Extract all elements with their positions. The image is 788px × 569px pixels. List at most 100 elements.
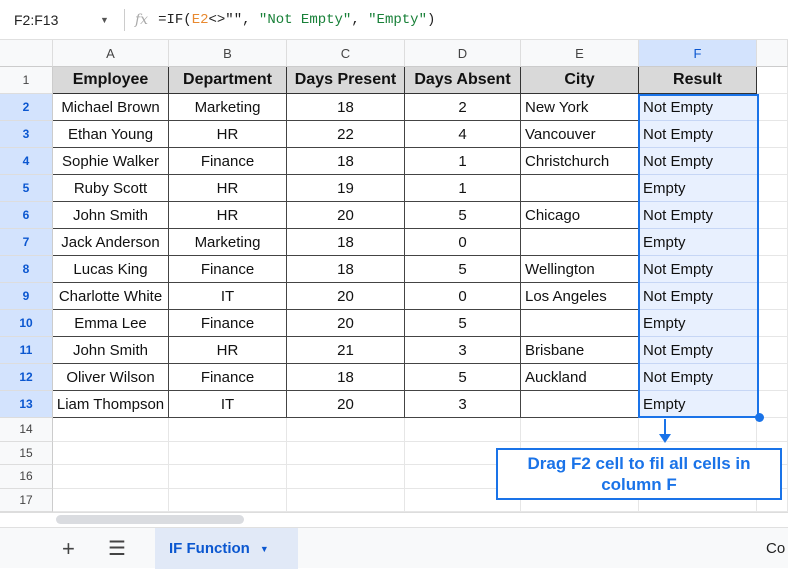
table-cell[interactable] xyxy=(521,391,639,418)
header-cell-d[interactable]: Days Absent xyxy=(405,67,521,94)
table-cell[interactable]: 5 xyxy=(405,364,521,391)
table-cell[interactable]: 18 xyxy=(287,256,405,283)
table-cell[interactable]: 4 xyxy=(405,121,521,148)
table-cell[interactable]: Christchurch xyxy=(521,148,639,175)
sheet-tab-if-function[interactable]: IF Function ▼ xyxy=(155,528,298,569)
empty-cell[interactable] xyxy=(757,94,788,121)
table-cell[interactable]: 22 xyxy=(287,121,405,148)
row-header-16[interactable]: 16 xyxy=(0,465,53,489)
header-cell-c[interactable]: Days Present xyxy=(287,67,405,94)
result-cell[interactable]: Empty xyxy=(639,310,757,337)
empty-cell[interactable] xyxy=(53,441,169,465)
empty-cell[interactable] xyxy=(53,488,169,512)
empty-cell[interactable] xyxy=(757,175,788,202)
empty-cell[interactable] xyxy=(287,441,405,465)
empty-cell[interactable] xyxy=(757,202,788,229)
row-header-17[interactable]: 17 xyxy=(0,488,53,512)
chevron-down-icon[interactable]: ▼ xyxy=(260,544,269,554)
column-header-f[interactable]: F xyxy=(639,40,757,67)
row-header-10[interactable]: 10 xyxy=(0,310,53,337)
table-cell[interactable]: 5 xyxy=(405,256,521,283)
header-cell-a[interactable]: Employee xyxy=(53,67,169,94)
row-header-1[interactable]: 1 xyxy=(0,67,53,94)
empty-cell[interactable] xyxy=(757,256,788,283)
empty-cell[interactable] xyxy=(287,465,405,489)
table-cell[interactable]: 1 xyxy=(405,148,521,175)
table-cell[interactable] xyxy=(521,310,639,337)
table-cell[interactable]: Chicago xyxy=(521,202,639,229)
row-header-2[interactable]: 2 xyxy=(0,94,53,121)
table-cell[interactable]: Jack Anderson xyxy=(53,229,169,256)
result-cell[interactable]: Empty xyxy=(639,391,757,418)
empty-cell[interactable] xyxy=(287,418,405,442)
table-cell[interactable]: John Smith xyxy=(53,337,169,364)
empty-cell[interactable] xyxy=(757,283,788,310)
row-header-14[interactable]: 14 xyxy=(0,418,53,442)
result-cell[interactable]: Empty xyxy=(639,229,757,256)
table-cell[interactable]: Liam Thompson xyxy=(53,391,169,418)
empty-cell[interactable] xyxy=(169,418,287,442)
empty-cell[interactable] xyxy=(287,488,405,512)
select-all-corner[interactable] xyxy=(0,40,53,67)
table-cell[interactable]: Lucas King xyxy=(53,256,169,283)
name-box[interactable]: F2:F13 xyxy=(0,12,100,28)
scrollbar-thumb[interactable] xyxy=(56,515,244,524)
table-cell[interactable]: HR xyxy=(169,337,287,364)
table-cell[interactable]: 20 xyxy=(287,283,405,310)
table-cell[interactable]: 0 xyxy=(405,283,521,310)
result-cell[interactable]: Not Empty xyxy=(639,121,757,148)
add-sheet-icon[interactable]: + xyxy=(62,536,75,562)
table-cell[interactable]: Marketing xyxy=(169,94,287,121)
row-header-12[interactable]: 12 xyxy=(0,364,53,391)
row-header-7[interactable]: 7 xyxy=(0,229,53,256)
empty-cell[interactable] xyxy=(757,337,788,364)
row-header-3[interactable]: 3 xyxy=(0,121,53,148)
empty-cell[interactable] xyxy=(169,441,287,465)
result-cell[interactable]: Not Empty xyxy=(639,94,757,121)
table-cell[interactable]: 20 xyxy=(287,391,405,418)
empty-cell[interactable] xyxy=(169,465,287,489)
column-header-d[interactable]: D xyxy=(405,40,521,67)
header-cell-b[interactable]: Department xyxy=(169,67,287,94)
table-cell[interactable]: 21 xyxy=(287,337,405,364)
table-cell[interactable]: 0 xyxy=(405,229,521,256)
table-cell[interactable]: 20 xyxy=(287,310,405,337)
table-cell[interactable]: 19 xyxy=(287,175,405,202)
table-cell[interactable]: Oliver Wilson xyxy=(53,364,169,391)
table-cell[interactable]: 2 xyxy=(405,94,521,121)
table-cell[interactable]: Finance xyxy=(169,148,287,175)
empty-cell[interactable] xyxy=(757,310,788,337)
table-cell[interactable]: John Smith xyxy=(53,202,169,229)
row-header-9[interactable]: 9 xyxy=(0,283,53,310)
row-header-5[interactable]: 5 xyxy=(0,175,53,202)
table-cell[interactable]: Brisbane xyxy=(521,337,639,364)
table-cell[interactable]: 18 xyxy=(287,364,405,391)
table-cell[interactable]: 18 xyxy=(287,229,405,256)
table-cell[interactable]: Finance xyxy=(169,310,287,337)
table-cell[interactable]: Michael Brown xyxy=(53,94,169,121)
table-cell[interactable]: Ruby Scott xyxy=(53,175,169,202)
table-cell[interactable]: Ethan Young xyxy=(53,121,169,148)
empty-cell[interactable] xyxy=(639,418,757,442)
table-cell[interactable]: Finance xyxy=(169,256,287,283)
table-cell[interactable]: 1 xyxy=(405,175,521,202)
table-cell[interactable]: 3 xyxy=(405,391,521,418)
column-header-c[interactable]: C xyxy=(287,40,405,67)
table-cell[interactable]: HR xyxy=(169,121,287,148)
empty-cell[interactable] xyxy=(53,465,169,489)
horizontal-scrollbar[interactable] xyxy=(0,512,788,526)
empty-cell[interactable] xyxy=(757,148,788,175)
empty-cell[interactable] xyxy=(53,418,169,442)
result-cell[interactable]: Not Empty xyxy=(639,148,757,175)
fill-handle[interactable] xyxy=(755,413,764,422)
table-cell[interactable]: Los Angeles xyxy=(521,283,639,310)
result-cell[interactable]: Empty xyxy=(639,175,757,202)
table-cell[interactable]: 18 xyxy=(287,94,405,121)
table-cell[interactable]: Marketing xyxy=(169,229,287,256)
empty-cell[interactable] xyxy=(757,418,788,442)
table-cell[interactable]: Charlotte White xyxy=(53,283,169,310)
empty-cell[interactable] xyxy=(521,418,639,442)
table-cell[interactable]: 5 xyxy=(405,202,521,229)
result-cell[interactable]: Not Empty xyxy=(639,337,757,364)
table-cell[interactable]: HR xyxy=(169,175,287,202)
